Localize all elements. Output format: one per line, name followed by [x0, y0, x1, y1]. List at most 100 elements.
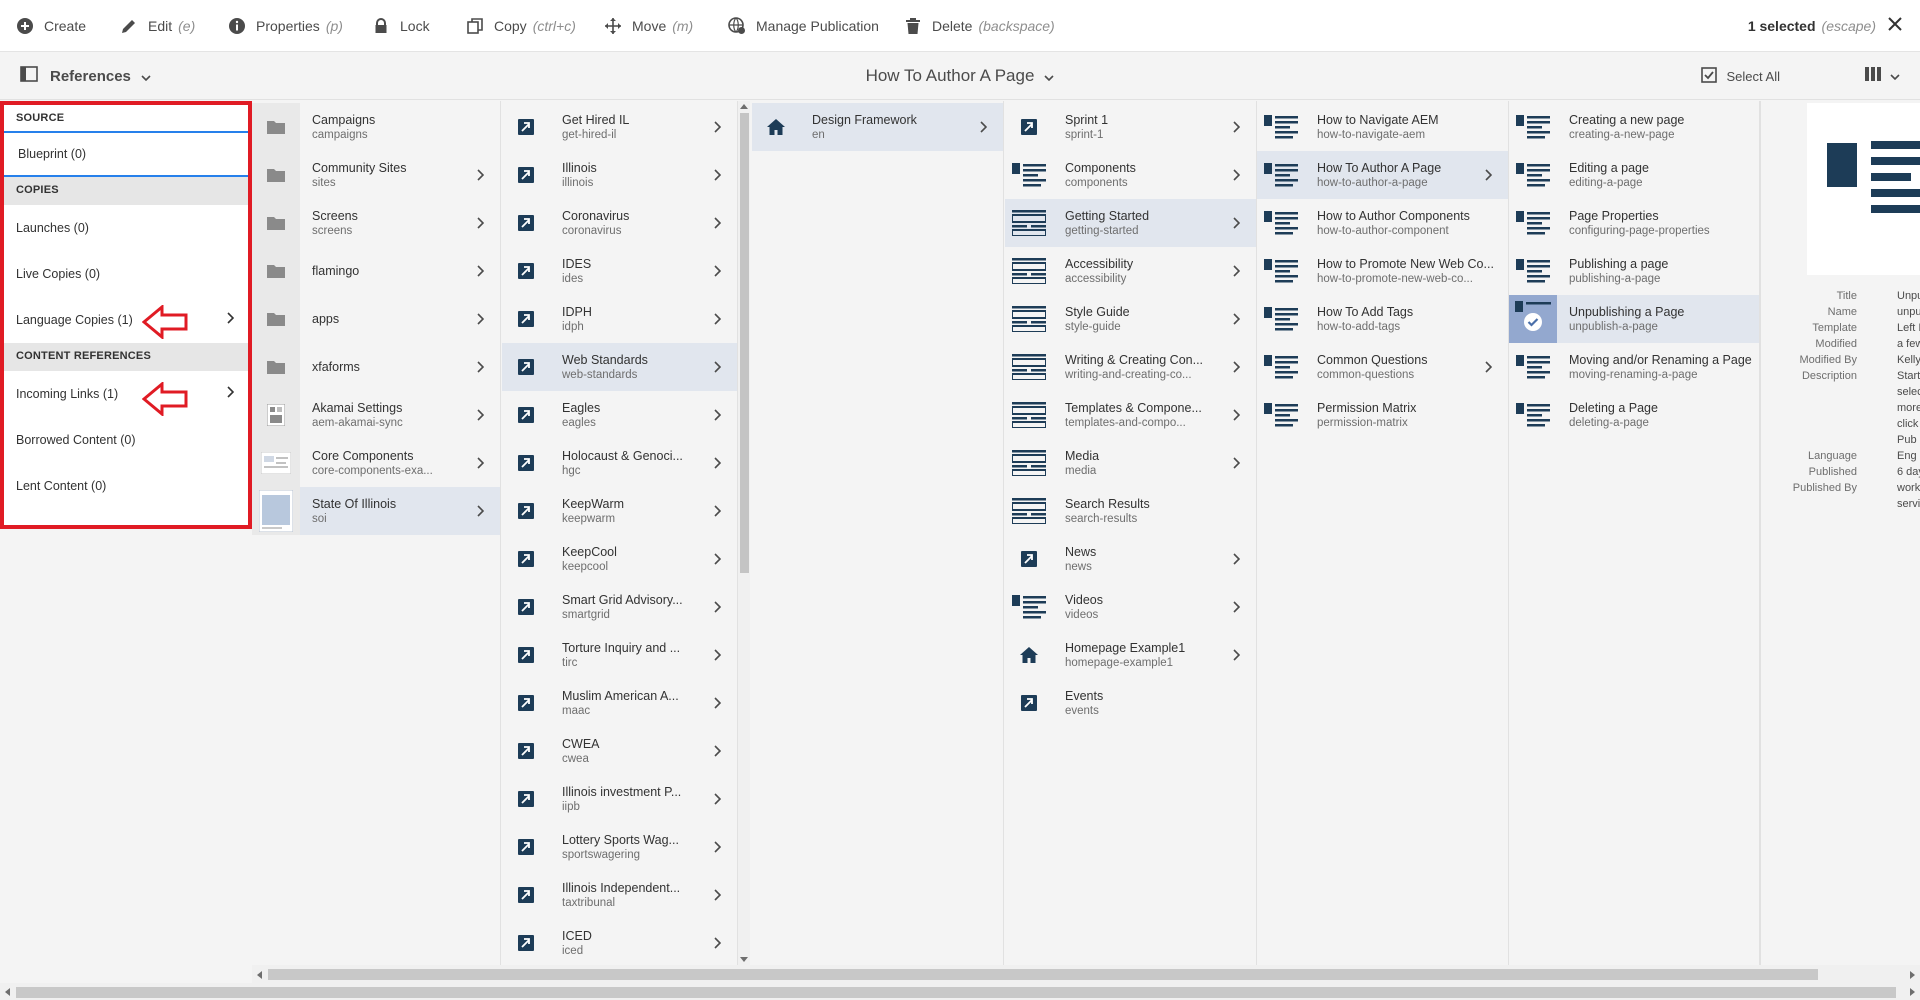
redirect-icon[interactable]	[502, 439, 550, 487]
folder-icon[interactable]	[252, 199, 300, 247]
chevron-right-icon[interactable]	[1224, 121, 1248, 133]
blueprint-item[interactable]: Blueprint (0)	[4, 133, 248, 177]
incoming-links-item[interactable]: Incoming Links (1)	[4, 371, 248, 417]
chevron-right-icon[interactable]	[705, 841, 729, 853]
redirect-icon[interactable]	[502, 295, 550, 343]
column-item[interactable]: Holocaust & Genoci... hgc	[502, 439, 737, 487]
chevron-right-icon[interactable]	[705, 937, 729, 949]
column-item[interactable]: Core Components core-components-exa...	[252, 439, 500, 487]
chevron-right-icon[interactable]	[1224, 169, 1248, 181]
column-item[interactable]: IDES ides	[502, 247, 737, 295]
redirect-icon[interactable]	[502, 583, 550, 631]
article-template-icon[interactable]	[1509, 151, 1557, 199]
home-icon[interactable]	[752, 103, 800, 151]
article-template-icon[interactable]	[1257, 199, 1305, 247]
delete-button[interactable]: Delete (backspace)	[904, 0, 1055, 52]
chevron-right-icon[interactable]	[705, 265, 729, 277]
launches-item[interactable]: Launches (0)	[4, 205, 248, 251]
article-template-icon[interactable]	[1509, 103, 1557, 151]
column-item[interactable]: How to Navigate AEM how-to-navigate-aem	[1257, 103, 1508, 151]
checked-thumb-icon[interactable]	[1509, 295, 1557, 343]
page-title-dropdown[interactable]: How To Author A Page	[0, 52, 1920, 100]
column-item[interactable]: Eagles eagles	[502, 391, 737, 439]
column-item[interactable]: Homepage Example1 homepage-example1	[1005, 631, 1256, 679]
redirect-icon[interactable]	[502, 391, 550, 439]
page-thumb-icon[interactable]	[252, 487, 300, 535]
column-item[interactable]: Media media	[1005, 439, 1256, 487]
column-item[interactable]: Permission Matrix permission-matrix	[1257, 391, 1508, 439]
column-item[interactable]: Templates & Compone... templates-and-comp…	[1005, 391, 1256, 439]
column-item[interactable]: News news	[1005, 535, 1256, 583]
chevron-right-icon[interactable]	[705, 457, 729, 469]
chevron-right-icon[interactable]	[1224, 649, 1248, 661]
article-template-icon[interactable]	[1257, 295, 1305, 343]
landing-template-icon[interactable]	[1005, 391, 1053, 439]
scrollbar-thumb[interactable]	[740, 113, 749, 573]
chevron-right-icon[interactable]	[468, 169, 492, 181]
redirect-icon[interactable]	[1005, 679, 1053, 727]
redirect-icon[interactable]	[502, 103, 550, 151]
chevron-right-icon[interactable]	[705, 361, 729, 373]
column-item[interactable]: How To Author A Page how-to-author-a-page	[1257, 151, 1508, 199]
chevron-right-icon[interactable]	[705, 697, 729, 709]
column-item[interactable]: Akamai Settings aem-akamai-sync	[252, 391, 500, 439]
create-button[interactable]: Create	[16, 0, 86, 52]
chevron-right-icon[interactable]	[705, 601, 729, 613]
chevron-right-icon[interactable]	[468, 217, 492, 229]
landing-template-icon[interactable]	[1005, 343, 1053, 391]
chevron-right-icon[interactable]	[1224, 553, 1248, 565]
select-all-button[interactable]: Select All	[1700, 52, 1780, 100]
column-item[interactable]: KeepCool keepcool	[502, 535, 737, 583]
chevron-right-icon[interactable]	[1476, 169, 1500, 181]
chevron-right-icon[interactable]	[705, 409, 729, 421]
move-button[interactable]: Move (m)	[604, 0, 693, 52]
column-item[interactable]: flamingo	[252, 247, 500, 295]
column-item[interactable]: Accessibility accessibility	[1005, 247, 1256, 295]
article-template-icon[interactable]	[1257, 103, 1305, 151]
chevron-right-icon[interactable]	[705, 505, 729, 517]
chevron-right-icon[interactable]	[468, 457, 492, 469]
components-thumb-icon[interactable]	[252, 439, 300, 487]
column-item[interactable]: Illinois Independent... taxtribunal	[502, 871, 737, 919]
chevron-right-icon[interactable]	[971, 121, 995, 133]
chevron-right-icon[interactable]	[705, 313, 729, 325]
chevron-right-icon[interactable]	[1476, 361, 1500, 373]
page-thumbnail[interactable]	[1807, 103, 1920, 275]
chevron-right-icon[interactable]	[1224, 313, 1248, 325]
landing-template-icon[interactable]	[1005, 199, 1053, 247]
scrollbar-thumb[interactable]	[268, 969, 1818, 980]
column-item[interactable]: Campaigns campaigns	[252, 103, 500, 151]
column-item[interactable]: Coronavirus coronavirus	[502, 199, 737, 247]
article-template-icon[interactable]	[1257, 343, 1305, 391]
column-scrollbar[interactable]	[738, 101, 750, 965]
redirect-icon[interactable]	[502, 679, 550, 727]
redirect-icon[interactable]	[1005, 103, 1053, 151]
column-item[interactable]: Creating a new page creating-a-new-page	[1509, 103, 1759, 151]
redirect-icon[interactable]	[502, 631, 550, 679]
chevron-right-icon[interactable]	[705, 745, 729, 757]
redirect-icon[interactable]	[502, 727, 550, 775]
edit-button[interactable]: Edit (e)	[120, 0, 195, 52]
column-item[interactable]: Videos videos	[1005, 583, 1256, 631]
folder-icon[interactable]	[252, 295, 300, 343]
redirect-icon[interactable]	[502, 871, 550, 919]
column-item[interactable]: Deleting a Page deleting-a-page	[1509, 391, 1759, 439]
column-item[interactable]: How to Author Components how-to-author-co…	[1257, 199, 1508, 247]
column-item[interactable]: State Of Illinois soi	[252, 487, 500, 535]
chevron-right-icon[interactable]	[1224, 265, 1248, 277]
column-item[interactable]: Events events	[1005, 679, 1256, 727]
redirect-icon[interactable]	[502, 199, 550, 247]
column-item[interactable]: Web Standards web-standards	[502, 343, 737, 391]
article-template-icon[interactable]	[1257, 391, 1305, 439]
landing-template-icon[interactable]	[1005, 439, 1053, 487]
chevron-right-icon[interactable]	[1224, 217, 1248, 229]
column-item[interactable]: Moving and/or Renaming a Page moving-rena…	[1509, 343, 1759, 391]
chevron-right-icon[interactable]	[1224, 457, 1248, 469]
folder-icon[interactable]	[252, 247, 300, 295]
article-template-icon[interactable]	[1509, 343, 1557, 391]
column-item[interactable]: Illinois illinois	[502, 151, 737, 199]
chevron-right-icon[interactable]	[468, 505, 492, 517]
live-copies-item[interactable]: Live Copies (0)	[4, 251, 248, 297]
home-icon[interactable]	[1005, 631, 1053, 679]
chevron-right-icon[interactable]	[1224, 409, 1248, 421]
